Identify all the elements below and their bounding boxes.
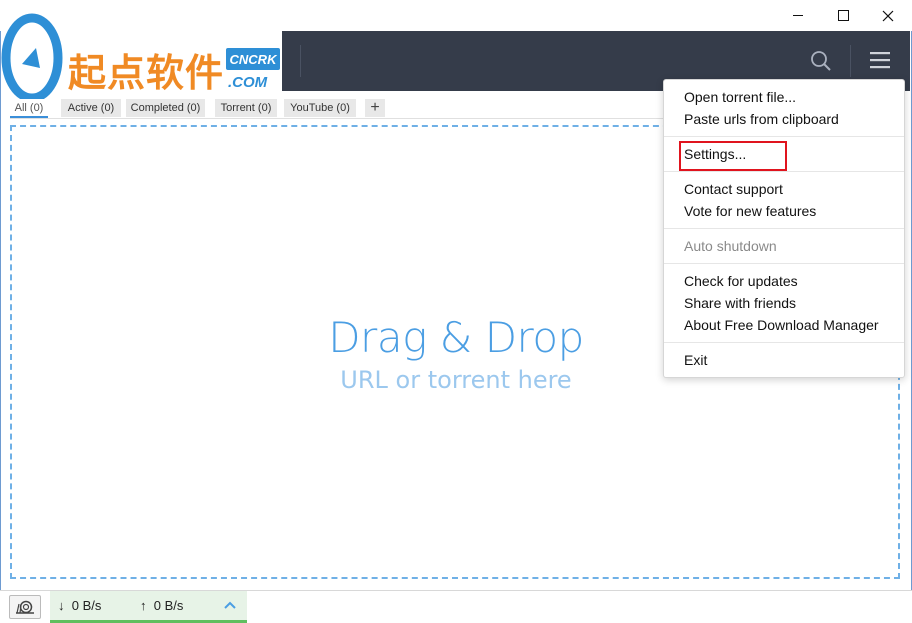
menu-item-about[interactable]: About Free Download Manager	[684, 315, 879, 335]
settings-highlight-box	[679, 141, 787, 171]
tab-active[interactable]: Active (0)	[61, 99, 121, 117]
upload-arrow-icon: ↑	[140, 598, 147, 613]
watermark-logo: 起点软件 CNCRK .COM	[0, 4, 282, 104]
menu-item-auto-shutdown: Auto shutdown	[684, 238, 777, 254]
upload-speed-value: 0 B/s	[153, 598, 184, 613]
toolbar-divider	[850, 45, 851, 77]
add-tab-button[interactable]: +	[365, 99, 385, 117]
main-menu-button[interactable]	[866, 47, 896, 75]
main-menu-dropdown: Open torrent file... Paste urls from cli…	[663, 79, 905, 378]
watermark-badge: CNCRK	[226, 48, 280, 70]
minimize-icon	[793, 15, 803, 16]
speed-mode-button[interactable]	[9, 595, 41, 619]
menu-separator	[664, 171, 904, 172]
watermark-swirl-icon	[1, 13, 63, 103]
close-icon	[882, 10, 894, 21]
menu-item-check-updates[interactable]: Check for updates	[684, 271, 798, 291]
watermark-domain: .COM	[228, 74, 268, 91]
tab-all[interactable]: All (0)	[10, 99, 48, 118]
menu-separator	[664, 263, 904, 264]
toolbar-divider	[300, 45, 301, 77]
maximize-button[interactable]	[820, 0, 866, 31]
search-icon	[811, 51, 831, 71]
menu-separator	[664, 342, 904, 343]
tab-youtube[interactable]: YouTube (0)	[284, 99, 356, 117]
menu-item-paste-urls[interactable]: Paste urls from clipboard	[684, 109, 839, 129]
menu-item-vote-features[interactable]: Vote for new features	[684, 201, 816, 221]
download-speed: ↓ 0 B/s	[58, 598, 101, 613]
menu-item-open-torrent[interactable]: Open torrent file...	[684, 87, 796, 107]
watermark-text: 起点软件	[68, 51, 225, 95]
menu-item-contact-support[interactable]: Contact support	[684, 179, 783, 199]
menu-separator	[664, 228, 904, 229]
download-speed-value: 0 B/s	[71, 598, 102, 613]
menu-separator	[664, 136, 904, 137]
maximize-icon	[837, 10, 849, 21]
speed-panel[interactable]: ↓ 0 B/s ↑ 0 B/s	[50, 591, 247, 623]
tab-torrent[interactable]: Torrent (0)	[215, 99, 277, 117]
upload-speed: ↑ 0 B/s	[140, 598, 183, 613]
close-button[interactable]	[865, 0, 911, 31]
status-bar: ↓ 0 B/s ↑ 0 B/s	[0, 590, 912, 623]
snail-icon	[16, 600, 34, 614]
download-arrow-icon: ↓	[58, 598, 65, 613]
search-button[interactable]	[806, 47, 836, 75]
minimize-button[interactable]	[775, 0, 821, 31]
menu-item-exit[interactable]: Exit	[684, 350, 707, 370]
expand-speed-button[interactable]	[222, 598, 238, 612]
tab-completed[interactable]: Completed (0)	[126, 99, 205, 117]
chevron-up-icon	[224, 601, 236, 609]
hamburger-menu-icon	[870, 52, 890, 69]
menu-item-share-friends[interactable]: Share with friends	[684, 293, 796, 313]
